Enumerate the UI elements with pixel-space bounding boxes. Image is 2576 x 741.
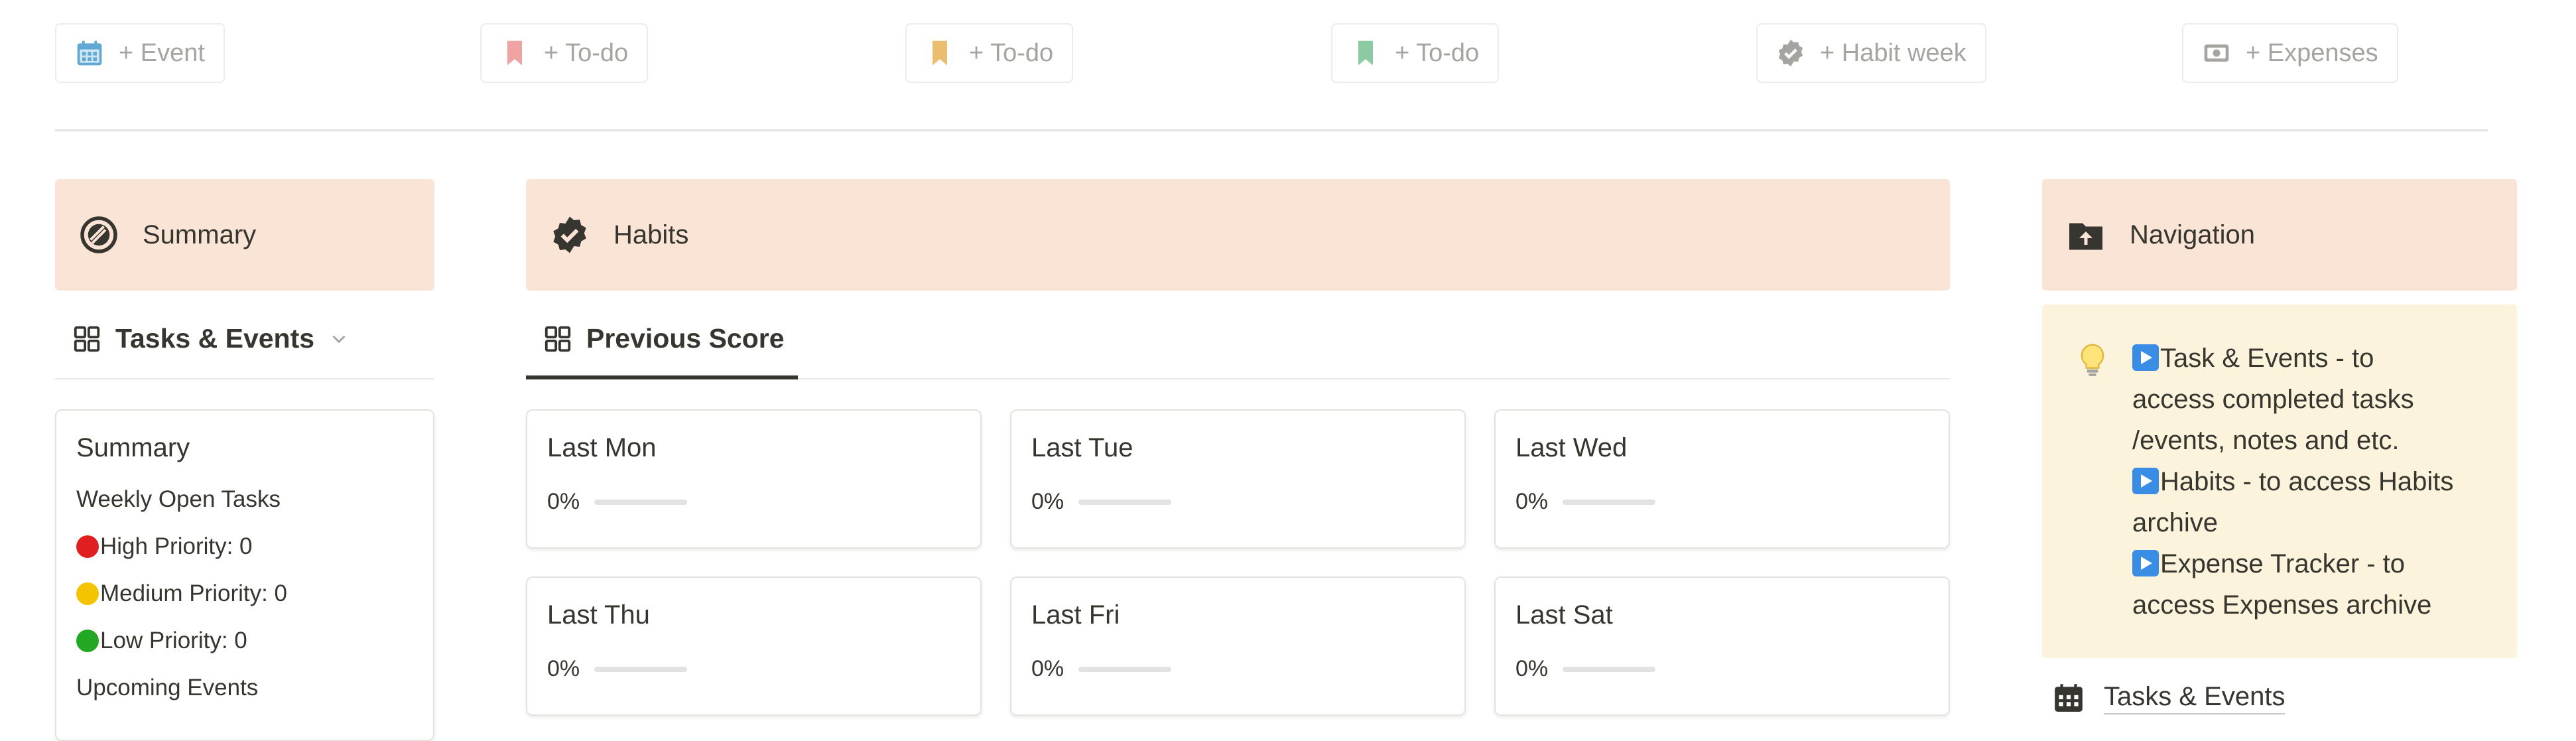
nav-line: /events, notes and etc. xyxy=(2132,426,2400,455)
habit-score-progress: 0% xyxy=(1515,656,1656,682)
nav-line: access completed tasks xyxy=(2132,385,2414,414)
play-button-icon xyxy=(2132,550,2159,576)
nav-line: Task & Events - to xyxy=(2132,338,2504,379)
habit-score-card-title: Last Sat xyxy=(1515,600,1613,630)
add-event-button[interactable]: + Event xyxy=(55,23,225,83)
green-circle-icon xyxy=(76,630,99,652)
progress-bar xyxy=(1078,499,1172,505)
calendar-icon xyxy=(2055,684,2083,712)
add-todo-button-orange[interactable]: + To-do xyxy=(905,23,1074,83)
habit-score-percent: 0% xyxy=(1031,489,1064,514)
low-priority-count: Low Priority: 0 xyxy=(76,628,247,654)
tab-active-indicator xyxy=(526,375,798,379)
tab-tasks-events-label: Tasks & Events xyxy=(115,323,315,354)
summary-card-title: Summary xyxy=(76,433,190,462)
summary-gauge-icon xyxy=(80,216,117,253)
habits-header-title: Habits xyxy=(613,220,689,249)
progress-bar xyxy=(1078,666,1172,672)
divider xyxy=(55,129,2488,131)
add-todo-button-red[interactable]: + To-do xyxy=(480,23,649,83)
habit-score-percent: 0% xyxy=(1515,656,1549,681)
habit-score-card[interactable]: Last Wed 0% xyxy=(1494,409,1950,549)
habit-score-card[interactable]: Last Mon 0% xyxy=(526,409,982,549)
habit-score-card-title: Last Tue xyxy=(1031,433,1133,462)
habit-score-card-title: Last Fri xyxy=(1031,600,1120,630)
habit-score-percent: 0% xyxy=(1515,489,1549,514)
progress-bar xyxy=(1563,666,1656,672)
add-todo-label: + To-do xyxy=(969,38,1054,67)
navigation-callout: Task & Events - to access completed task… xyxy=(2042,304,2517,658)
summary-header: Summary xyxy=(55,179,434,291)
progress-bar xyxy=(594,666,688,672)
tab-underline xyxy=(55,378,434,379)
red-circle-icon xyxy=(76,535,99,558)
habit-score-percent: 0% xyxy=(547,489,580,514)
add-expenses-button[interactable]: + Expenses xyxy=(2182,23,2398,83)
nav-line: Expense Tracker - to xyxy=(2132,543,2504,584)
money-icon xyxy=(2204,44,2229,62)
add-event-label: + Event xyxy=(119,38,205,67)
play-button-icon xyxy=(2132,344,2159,371)
nav-link-tasks-events[interactable]: Tasks & Events xyxy=(2052,681,2286,714)
add-expenses-label: + Expenses xyxy=(2246,38,2378,67)
navigation-header: Navigation xyxy=(2042,179,2517,291)
nav-link-label: Tasks & Events xyxy=(2104,682,2286,714)
progress-bar xyxy=(1563,499,1656,505)
habit-score-progress: 0% xyxy=(1031,656,1172,682)
play-button-icon xyxy=(2132,468,2159,494)
upcoming-events-label: Upcoming Events xyxy=(76,675,259,701)
habits-header: Habits xyxy=(526,179,1950,291)
gallery-view-icon xyxy=(545,326,571,352)
add-todo-button-green[interactable]: + To-do xyxy=(1331,23,1500,83)
habit-score-progress: 0% xyxy=(1031,489,1172,515)
nav-line: Habits - to access Habits xyxy=(2132,461,2504,502)
habit-score-percent: 0% xyxy=(547,656,580,681)
lightbulb-icon xyxy=(2081,344,2104,377)
gallery-view-icon xyxy=(74,326,100,352)
bookmark-icon xyxy=(1358,40,1373,66)
habit-score-percent: 0% xyxy=(1031,656,1064,681)
summary-card[interactable]: Summary Weekly Open Tasks High Priority:… xyxy=(55,409,434,741)
habit-score-progress: 0% xyxy=(547,489,688,515)
verified-badge-icon xyxy=(553,216,586,253)
add-todo-label: + To-do xyxy=(1395,38,1480,67)
folder-upload-icon xyxy=(2069,223,2102,250)
chevron-down-icon[interactable] xyxy=(328,328,350,350)
weekly-open-tasks-label: Weekly Open Tasks xyxy=(76,486,281,512)
add-habit-week-label: + Habit week xyxy=(1820,38,1966,67)
habit-score-progress: 0% xyxy=(547,656,688,682)
add-todo-label: + To-do xyxy=(544,38,629,67)
add-habit-week-button[interactable]: + Habit week xyxy=(1756,23,1986,83)
tab-tasks-events[interactable]: Tasks & Events xyxy=(72,323,350,354)
habit-score-card[interactable]: Last Sat 0% xyxy=(1494,576,1950,716)
navigation-callout-text: Task & Events - to access completed task… xyxy=(2132,338,2504,626)
navigation-header-title: Navigation xyxy=(2130,220,2256,249)
yellow-circle-icon xyxy=(76,582,99,605)
progress-bar xyxy=(594,499,688,505)
nav-line: access Expenses archive xyxy=(2132,590,2432,620)
medium-priority-count: Medium Priority: 0 xyxy=(76,580,287,607)
habit-score-card[interactable]: Last Tue 0% xyxy=(1010,409,1466,549)
nav-line: archive xyxy=(2132,508,2218,537)
habit-score-progress: 0% xyxy=(1515,489,1656,515)
calendar-icon xyxy=(77,40,102,66)
habit-score-card[interactable]: Last Thu 0% xyxy=(526,576,982,716)
bookmark-icon xyxy=(507,40,522,66)
habit-score-card-title: Last Mon xyxy=(547,433,657,462)
tab-previous-score[interactable]: Previous Score xyxy=(543,323,785,354)
habit-score-card-title: Last Wed xyxy=(1515,433,1628,462)
verified-badge-icon xyxy=(1778,39,1803,67)
habit-score-card-title: Last Thu xyxy=(547,600,650,630)
habit-score-card[interactable]: Last Fri 0% xyxy=(1010,576,1466,716)
tab-previous-score-label: Previous Score xyxy=(586,323,785,354)
summary-header-title: Summary xyxy=(143,220,257,249)
bookmark-icon xyxy=(933,40,947,66)
high-priority-count: High Priority: 0 xyxy=(76,533,253,560)
